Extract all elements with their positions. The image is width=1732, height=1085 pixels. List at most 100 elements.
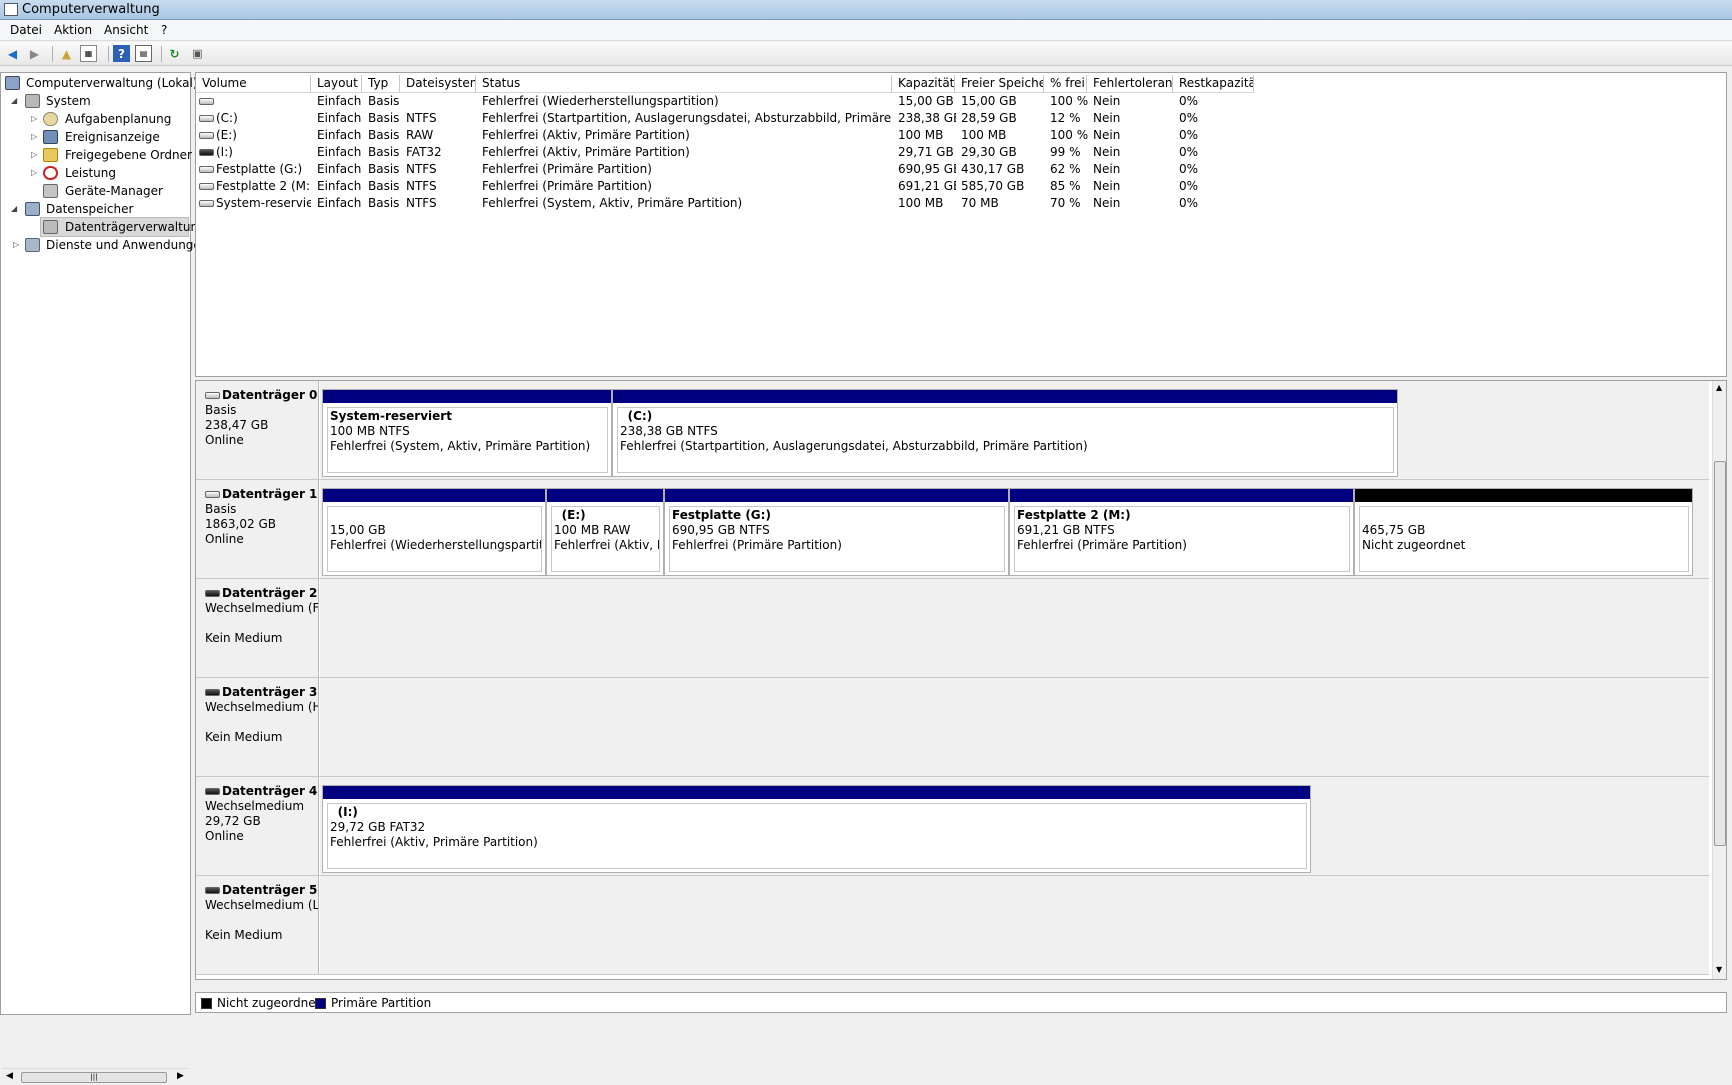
cell-text: (I:) <box>216 145 233 159</box>
volume-disk-icon <box>199 200 214 207</box>
back-arrow-icon[interactable]: ◀ <box>4 45 21 62</box>
table-row[interactable]: (E:) Einfach Basis RAW Fehlerfrei (Aktiv, Pr… <box>196 127 1726 144</box>
table-row[interactable]: System-reserviert Einfach Basis NTFS Fehlerf… <box>196 195 1726 212</box>
tree-node-system[interactable]: ◢ System <box>11 92 189 110</box>
tree-node-datenspeicher[interactable]: ◢ Datenspeicher <box>11 200 189 218</box>
table-row[interactable]: Einfach Basis Fehlerfrei (Wiederherstellun… <box>196 93 1726 110</box>
table-row[interactable]: (I:) Einfach Basis FAT32 Fehlerfrei (Aktiv, … <box>196 144 1726 161</box>
scroll-left-arrow-icon[interactable]: ◀ <box>6 1071 13 1081</box>
cell-text: Basis <box>368 162 400 176</box>
partition-e[interactable]: (E:) 100 MB RAW Fehlerfrei (Aktiv, Pr <box>546 488 664 576</box>
column-header-prozent-frei[interactable]: % frei <box>1044 75 1087 93</box>
refresh-icon[interactable]: ↻ <box>166 45 183 62</box>
scroll-down-arrow-icon[interactable]: ▼ <box>1716 965 1722 974</box>
menu-datei[interactable]: Datei <box>10 23 42 37</box>
table-cell: 29,30 GB <box>961 144 1045 161</box>
removable-disk-icon <box>205 788 220 795</box>
menu-ansicht[interactable]: Ansicht <box>104 23 148 37</box>
disk-icon <box>205 491 220 498</box>
partition-body: Festplatte 2 (M:) 691,21 GB NTFS Fehlerf… <box>1014 506 1350 572</box>
column-header-volume[interactable]: Volume <box>196 75 311 93</box>
partition-unallocated[interactable]: 465,75 GB Nicht zugeordnet <box>1354 488 1693 576</box>
cell-text: Einfach <box>317 196 362 210</box>
scroll-thumb[interactable] <box>1714 461 1726 846</box>
disk-label-1[interactable]: Datenträger 1 Basis 1863,02 GB Online <box>196 480 319 578</box>
table-row[interactable]: Festplatte (G:) Einfach Basis NTFS Fehlerfre… <box>196 161 1726 178</box>
expand-arrow-icon[interactable]: ▷ <box>31 128 37 146</box>
tree-node-geraete[interactable]: Geräte-Manager <box>29 182 189 200</box>
expand-arrow-icon[interactable]: ▷ <box>13 236 19 254</box>
collapse-arrow-icon[interactable]: ◢ <box>11 200 17 218</box>
tree-node-ereignisanzeige[interactable]: ▷ Ereignisanzeige <box>29 128 189 146</box>
tree-node-datentraegerverwaltung[interactable]: Datenträgerverwaltung <box>40 217 206 237</box>
column-header-restkapazitaet[interactable]: Restkapazität <box>1173 75 1254 93</box>
column-header-fehlertoleranz[interactable]: Fehlertoleranz <box>1087 75 1173 93</box>
column-header-status[interactable]: Status <box>476 75 892 93</box>
scroll-up-arrow-icon[interactable]: ▲ <box>1716 383 1722 392</box>
expand-arrow-icon[interactable]: ▷ <box>31 110 37 128</box>
cell-text: 0% <box>1179 179 1199 193</box>
table-cell: Nein <box>1093 195 1175 212</box>
disk-management-icon <box>43 220 58 234</box>
cell-text: Einfach <box>317 94 362 108</box>
cell-text: NTFS <box>406 162 437 176</box>
column-header-layout[interactable]: Layout <box>311 75 362 93</box>
disk-label-0[interactable]: Datenträger 0 Basis 238,47 GB Online <box>196 381 319 479</box>
properties-icon[interactable]: ▣ <box>189 45 206 62</box>
partition-i[interactable]: (I:) 29,72 GB FAT32 Fehlerfrei (Aktiv, P… <box>322 785 1311 873</box>
tree-node-aufgabenplanung[interactable]: ▷ Aufgabenplanung <box>29 110 189 128</box>
partition-system-reserviert[interactable]: System-reserviert 100 MB NTFS Fehlerfrei… <box>322 389 612 477</box>
expand-arrow-icon[interactable]: ▷ <box>31 164 37 182</box>
cell-text: 100 % <box>1050 94 1089 108</box>
table-row[interactable]: (C:) Einfach Basis NTFS Fehlerfrei (Startpar… <box>196 110 1726 127</box>
menu-aktion[interactable]: Aktion <box>54 23 92 37</box>
help-icon[interactable]: ? <box>113 45 130 62</box>
tree-node-root[interactable]: Computerverwaltung (Lokal) <box>5 74 198 92</box>
view-icon[interactable]: ▤ <box>135 45 152 62</box>
show-hide-tree-icon[interactable]: ▦ <box>80 45 97 62</box>
disk-name: Datenträger 0 <box>222 388 318 402</box>
cell-text: Festplatte (G:) <box>216 162 303 176</box>
disk-label-2[interactable]: Datenträger 2 Wechselmedium (F: Kein Med… <box>196 579 319 677</box>
folder-up-icon[interactable]: ▲ <box>58 45 75 62</box>
disk-label-3[interactable]: Datenträger 3 Wechselmedium (H: Kein Med… <box>196 678 319 776</box>
cell-text: 100 MB <box>898 128 944 142</box>
cell-text: Nein <box>1093 196 1121 210</box>
table-row[interactable]: Festplatte 2 (M:) Einfach Basis NTFS Fehlerf… <box>196 178 1726 195</box>
disk-fill-area <box>320 876 1709 974</box>
partition-status: Fehlerfrei (Aktiv, Pr <box>554 538 660 552</box>
disk-view-vertical-scrollbar[interactable]: ▲ ▼ <box>1712 381 1726 979</box>
disk-size: 1863,02 GB <box>205 517 276 531</box>
menu-help[interactable]: ? <box>161 23 167 37</box>
column-header-kapazitaet[interactable]: Kapazität <box>892 75 955 93</box>
disk-label-4[interactable]: Datenträger 4 Wechselmedium 29,72 GB Onl… <box>196 777 319 875</box>
disk-graphical-view: Datenträger 0 Basis 238,47 GB Online Sys… <box>195 380 1727 980</box>
tree-horizontal-scrollbar[interactable]: ◀ ||| ▶ <box>2 1068 189 1085</box>
disk-label-5[interactable]: Datenträger 5 Wechselmedium (L: Kein Med… <box>196 876 319 974</box>
partition-title: (C:) <box>627 409 653 423</box>
partition-m[interactable]: Festplatte 2 (M:) 691,21 GB NTFS Fehlerf… <box>1009 488 1354 576</box>
scroll-thumb[interactable]: ||| <box>21 1072 167 1083</box>
partition-recovery[interactable]: 15,00 GB Fehlerfrei (Wiederherstellungsp… <box>322 488 546 576</box>
tree-dienste-label: Dienste und Anwendungen <box>46 238 209 252</box>
tree-node-freigegebene[interactable]: ▷ Freigegebene Ordner <box>29 146 192 164</box>
scroll-right-arrow-icon[interactable]: ▶ <box>177 1071 184 1081</box>
column-header-typ[interactable]: Typ <box>362 75 400 93</box>
forward-arrow-icon[interactable]: ▶ <box>26 45 43 62</box>
expand-arrow-icon[interactable]: ▷ <box>31 146 37 164</box>
cell-text: 29,71 GB <box>898 145 954 159</box>
partition-size: 238,38 GB NTFS <box>620 424 718 438</box>
tree-node-dienste[interactable]: ▷ Dienste und Anwendungen <box>11 236 208 254</box>
disk-state: Online <box>205 433 244 447</box>
table-cell: 430,17 GB <box>961 161 1045 178</box>
table-cell: Basis <box>368 161 404 178</box>
cell-text: Einfach <box>317 162 362 176</box>
partition-size: 691,21 GB NTFS <box>1017 523 1115 537</box>
table-cell: NTFS <box>406 161 476 178</box>
collapse-arrow-icon[interactable]: ◢ <box>11 92 17 110</box>
tree-node-leistung[interactable]: ▷ Leistung <box>29 164 189 182</box>
partition-g[interactable]: Festplatte (G:) 690,95 GB NTFS Fehlerfre… <box>664 488 1009 576</box>
column-header-freier-speicher[interactable]: Freier Speicher <box>955 75 1044 93</box>
partition-c[interactable]: (C:) 238,38 GB NTFS Fehlerfrei (Startpar… <box>612 389 1398 477</box>
column-header-dateisystem[interactable]: Dateisystem <box>400 75 476 93</box>
